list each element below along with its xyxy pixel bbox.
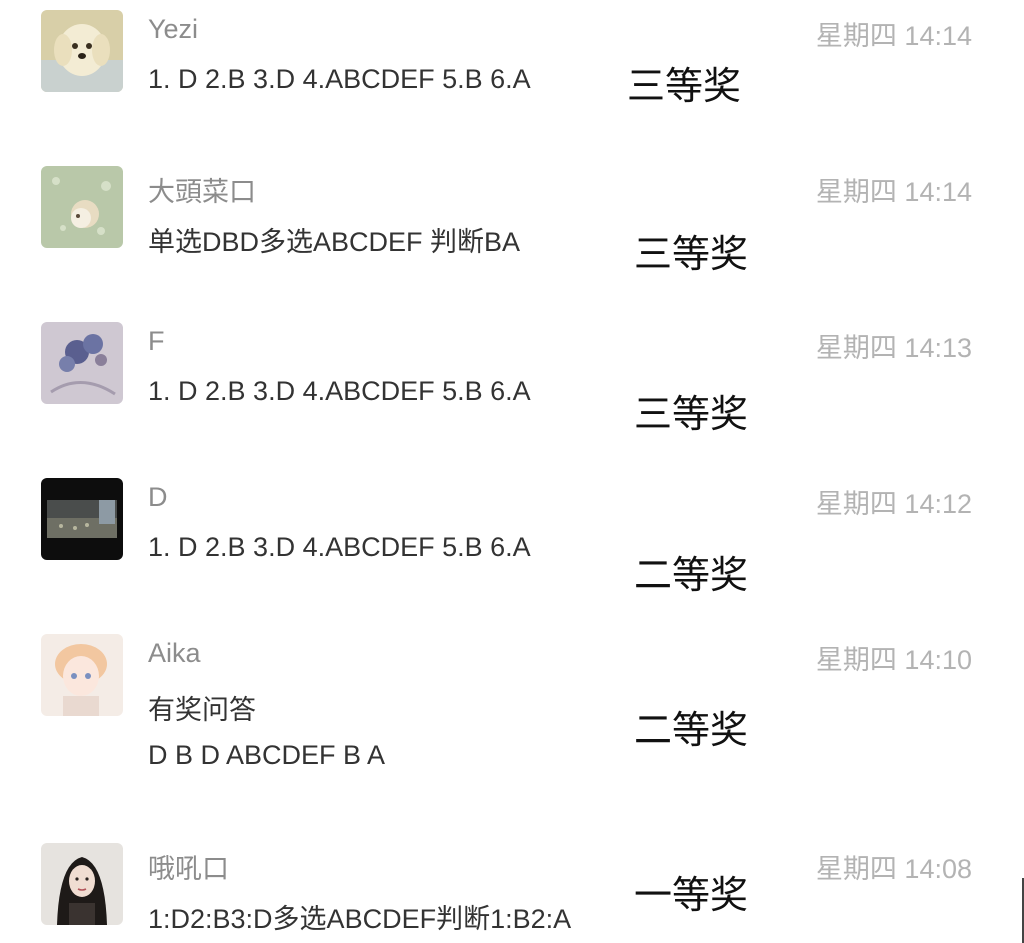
- night-scene-avatar-icon: [41, 478, 123, 560]
- anime-girl-avatar-icon: [41, 634, 123, 716]
- prize-annotation: 三等奖: [634, 232, 749, 276]
- commenter-name[interactable]: D: [148, 482, 168, 513]
- comment-time: 星期四 14:10: [815, 645, 972, 675]
- portrait-avatar-icon: [41, 843, 123, 925]
- comment-time: 星期四 14:14: [815, 177, 972, 207]
- prize-annotation: 一等奖: [634, 873, 749, 917]
- prize-annotation: 三等奖: [627, 64, 742, 108]
- commenter-name[interactable]: F: [148, 326, 165, 357]
- avatar[interactable]: [41, 634, 123, 716]
- comment-text: 1. D 2.B 3.D 4.ABCDEF 5.B 6.A: [148, 376, 531, 406]
- avatar[interactable]: [41, 322, 123, 404]
- commenter-name[interactable]: Yezi: [148, 14, 198, 45]
- hydrangea-avatar-icon: [41, 322, 123, 404]
- prize-annotation: 二等奖: [634, 708, 749, 752]
- dog-avatar-icon: [41, 10, 123, 92]
- avatar[interactable]: [41, 166, 123, 248]
- comment-time: 星期四 14:12: [815, 489, 972, 519]
- comment-text: 单选DBD多选ABCDEF 判断BA: [148, 227, 521, 257]
- commenter-name[interactable]: 哦吼口: [148, 847, 229, 886]
- comment-text: 1. D 2.B 3.D 4.ABCDEF 5.B 6.A: [148, 64, 531, 94]
- comment-text: 1. D 2.B 3.D 4.ABCDEF 5.B 6.A: [148, 532, 531, 562]
- commenter-name[interactable]: Aika: [148, 638, 201, 669]
- comment-time: 星期四 14:13: [815, 333, 972, 363]
- comment-time: 星期四 14:08: [815, 854, 972, 884]
- comment-text: D B D ABCDEF B A: [148, 740, 386, 770]
- prize-annotation: 二等奖: [634, 553, 749, 597]
- floral-avatar-icon: [41, 166, 123, 248]
- avatar[interactable]: [41, 10, 123, 92]
- avatar[interactable]: [41, 478, 123, 560]
- comment-text: 1:D2:B3:D多选ABCDEF判断1:B2:A: [148, 904, 572, 934]
- commenter-name[interactable]: 大頭菜口: [148, 170, 256, 209]
- prize-annotation: 三等奖: [634, 392, 749, 436]
- comment-text: 有奖问答: [148, 695, 256, 725]
- avatar[interactable]: [41, 843, 123, 925]
- comment-time: 星期四 14:14: [815, 21, 972, 51]
